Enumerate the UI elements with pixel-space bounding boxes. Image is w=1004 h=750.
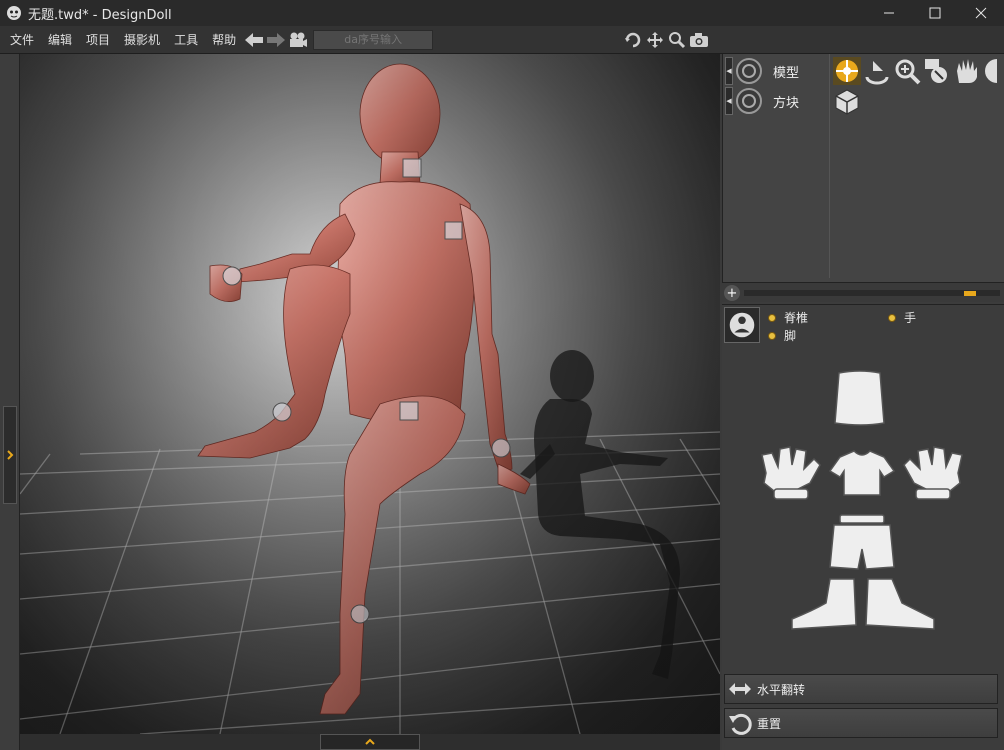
window-title: 无题.twd* - DesignDoll [28, 7, 172, 23]
scene-item-label: 模型 [773, 65, 800, 81]
radio-label: 手 [904, 311, 917, 325]
menu-tools[interactable]: 工具 [167, 31, 205, 48]
da-number-input[interactable] [313, 29, 434, 50]
menu-camera[interactable]: 摄影机 [117, 31, 167, 48]
arrow-left-icon[interactable] [243, 29, 265, 51]
waistband-icon[interactable] [839, 514, 885, 524]
head-part-icon[interactable] [834, 370, 885, 426]
add-object-button[interactable]: + [724, 285, 740, 301]
scroll-track[interactable] [744, 290, 1000, 296]
scene-list-scrollbar[interactable]: + [722, 282, 1004, 302]
flip-horizontal-icon [729, 683, 751, 695]
maximize-button[interactable] [912, 0, 958, 26]
outfit-selector[interactable] [722, 365, 1004, 665]
snapshot-icon[interactable] [688, 29, 710, 51]
radio-spine[interactable]: 脊椎 [768, 309, 808, 326]
bottom-panel-toggle[interactable] [320, 734, 420, 750]
scene-item-label: 方块 [773, 95, 800, 111]
hand-model-icon[interactable] [953, 57, 981, 85]
menu-edit[interactable]: 编辑 [41, 31, 79, 48]
minimize-icon [884, 12, 894, 14]
scene-row-cube[interactable]: ◀ 方块 [725, 86, 861, 116]
shorts-icon[interactable] [829, 524, 895, 570]
right-glove-icon[interactable] [903, 446, 963, 492]
vignette [20, 54, 720, 734]
left-panel-toggle[interactable] [3, 406, 17, 504]
radio-dot [768, 313, 776, 322]
left-cuff-icon[interactable] [773, 488, 809, 500]
flip-horizontal-button[interactable]: 水平翻转 [724, 674, 998, 704]
right-boot-icon[interactable] [865, 578, 935, 630]
scene-row-model[interactable]: ◀ 模型 [725, 56, 997, 86]
pose-panel: 脊椎 手 脚 [722, 304, 1004, 674]
minimize-button[interactable] [866, 0, 912, 26]
row-expand-tab[interactable]: ◀ [725, 57, 733, 85]
radio-dot [888, 313, 896, 322]
app-logo-icon [7, 6, 21, 20]
title-bar: 无题.twd* - DesignDoll [0, 0, 1004, 26]
radio-hand[interactable]: 手 [888, 309, 916, 326]
visibility-toggle-icon[interactable] [735, 87, 763, 115]
scene-object-list: ◀ 模型 ◀ 方块 [722, 54, 1004, 284]
left-glove-icon[interactable] [761, 446, 821, 492]
close-button[interactable] [958, 0, 1004, 26]
maximize-icon [929, 7, 941, 19]
radio-foot[interactable]: 脚 [768, 327, 796, 344]
zoom-model-icon[interactable] [893, 57, 921, 85]
more-model-icon[interactable] [983, 57, 997, 85]
menu-project[interactable]: 项目 [79, 31, 117, 48]
cube-icon[interactable] [833, 87, 861, 115]
menu-bar: 文件 编辑 项目 摄影机 工具 帮助 [0, 26, 1004, 54]
reset-label: 重置 [757, 716, 782, 731]
zoom-icon[interactable] [666, 29, 688, 51]
move-icon[interactable] [644, 29, 666, 51]
rotate-model-icon[interactable] [863, 57, 891, 85]
radio-label: 脊椎 [784, 311, 809, 325]
visibility-toggle-icon[interactable] [735, 57, 763, 85]
chevron-up-icon [365, 738, 375, 745]
scene-canvas[interactable] [20, 54, 720, 734]
close-icon [975, 7, 987, 19]
flip-label: 水平翻转 [757, 682, 806, 697]
right-cuff-icon[interactable] [915, 488, 951, 500]
right-panel: ◀ 模型 ◀ 方块 + 脊椎 手 脚 水平翻转 重置 [722, 54, 1004, 750]
reset-button[interactable]: 重置 [724, 708, 998, 738]
3d-viewport[interactable] [20, 54, 720, 734]
camera-icon[interactable] [287, 29, 309, 51]
menu-file[interactable]: 文件 [3, 31, 41, 48]
radio-label: 脚 [784, 329, 797, 343]
shirt-icon[interactable] [828, 450, 896, 496]
pose-preset-icon[interactable] [724, 307, 760, 343]
scroll-thumb[interactable] [964, 291, 976, 296]
row-expand-tab[interactable]: ◀ [725, 87, 733, 115]
reset-icon [729, 713, 752, 735]
scale-model-icon[interactable] [923, 57, 951, 85]
radio-dot [768, 331, 776, 340]
pose-target-icon[interactable] [833, 57, 861, 85]
menu-help[interactable]: 帮助 [205, 31, 243, 48]
left-panel-strip [0, 54, 20, 750]
chevron-right-icon [7, 450, 14, 460]
rotate-icon[interactable] [622, 29, 644, 51]
bottom-panel-strip [20, 734, 720, 750]
arrow-right-icon[interactable] [265, 29, 287, 51]
left-boot-icon[interactable] [791, 578, 857, 630]
